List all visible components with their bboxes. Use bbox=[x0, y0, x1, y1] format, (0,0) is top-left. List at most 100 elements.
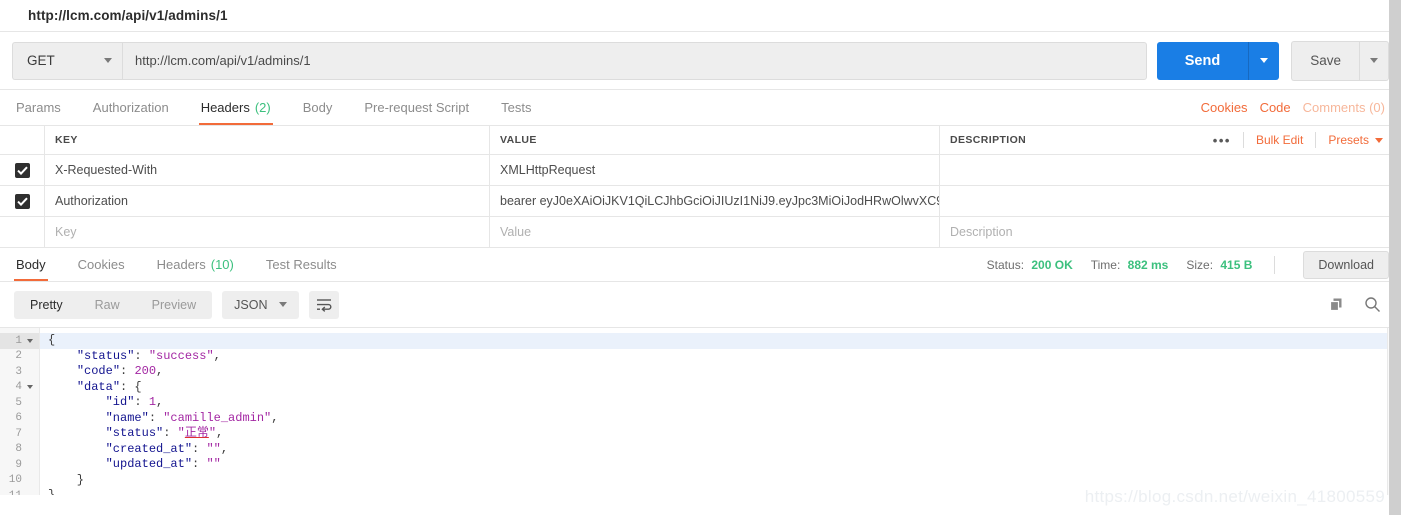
headers-table: KEY VALUE DESCRIPTION ••• Bulk Edit Pres… bbox=[0, 126, 1401, 248]
column-header-description-label: DESCRIPTION bbox=[950, 134, 1027, 146]
code-line: { bbox=[40, 333, 1401, 349]
header-value-input[interactable]: XMLHttpRequest bbox=[490, 155, 940, 185]
code-line: "data": { bbox=[40, 380, 1401, 396]
header-description-input[interactable] bbox=[940, 186, 1401, 216]
code-token: , bbox=[213, 348, 221, 363]
page-title: http://lcm.com/api/v1/admins/1 bbox=[28, 8, 228, 23]
tab-headers[interactable]: Headers (2) bbox=[185, 90, 287, 125]
row-checkbox[interactable] bbox=[14, 193, 30, 209]
tab-body[interactable]: Body bbox=[287, 90, 349, 125]
header-value-input[interactable]: bearer eyJ0eXAiOiJKV1QiLCJhbGciOiJIUzI1N… bbox=[490, 186, 940, 216]
response-language-select[interactable]: JSON bbox=[222, 290, 300, 319]
code-token: , bbox=[220, 441, 229, 456]
code-token: 200 bbox=[134, 364, 157, 378]
new-header-description-input[interactable]: Description bbox=[940, 217, 1401, 247]
code-token: " bbox=[208, 426, 217, 440]
word-wrap-button[interactable] bbox=[309, 290, 340, 319]
code-token: "code" bbox=[76, 364, 121, 378]
response-tab-cookies[interactable]: Cookies bbox=[62, 248, 141, 281]
tab-count-badge: (10) bbox=[210, 257, 234, 272]
code-token: "data" bbox=[76, 379, 121, 394]
copy-button[interactable] bbox=[1329, 297, 1346, 313]
save-button[interactable]: Save bbox=[1291, 40, 1359, 81]
code-token: , bbox=[271, 410, 279, 425]
presets-button[interactable]: Presets bbox=[1316, 133, 1395, 147]
response-body-actions bbox=[1329, 296, 1387, 313]
comments-link[interactable]: Comments (0) bbox=[1303, 100, 1385, 115]
code-token: : bbox=[148, 410, 164, 425]
code-token: "created_at" bbox=[105, 441, 193, 456]
time-badge: Time: 882 ms bbox=[1091, 258, 1169, 272]
window-right-edge bbox=[1389, 0, 1401, 515]
save-button-group: Save bbox=[1291, 40, 1389, 81]
column-header-key: KEY bbox=[45, 126, 490, 154]
code-line: } bbox=[40, 473, 1401, 489]
tab-count-badge: (2) bbox=[254, 100, 271, 115]
code-token: 正常 bbox=[184, 426, 209, 440]
line-number: 6 bbox=[15, 412, 22, 425]
cookies-link[interactable]: Cookies bbox=[1201, 100, 1248, 115]
header-key-input[interactable]: X-Requested-With bbox=[45, 155, 490, 185]
url-input[interactable]: http://lcm.com/api/v1/admins/1 bbox=[122, 41, 1147, 80]
status-badge: Status: 200 OK bbox=[987, 258, 1073, 272]
send-options-button[interactable] bbox=[1248, 41, 1280, 80]
response-tab-body[interactable]: Body bbox=[0, 248, 62, 281]
code-line: "name": "camille_admin", bbox=[40, 411, 1401, 427]
more-options-icon[interactable]: ••• bbox=[1201, 133, 1243, 148]
presets-label: Presets bbox=[1328, 133, 1369, 147]
fold-toggle-icon[interactable] bbox=[25, 338, 35, 343]
header-value-value: bearer eyJ0eXAiOiJKV1QiLCJhbGciOiJIUzI1N… bbox=[500, 194, 940, 208]
tab-label: Authorization bbox=[92, 100, 169, 115]
tab-pre-request-script[interactable]: Pre-request Script bbox=[348, 90, 485, 125]
response-tab-headers[interactable]: Headers (10) bbox=[141, 248, 250, 281]
json-code-content[interactable]: { "status": "success", "code": 200, "dat… bbox=[40, 328, 1401, 495]
time-label: Time: bbox=[1090, 257, 1121, 272]
code-token: : bbox=[192, 457, 207, 471]
tab-tests[interactable]: Tests bbox=[485, 90, 547, 125]
line-number: 4 bbox=[0, 380, 39, 396]
search-button[interactable] bbox=[1364, 296, 1381, 313]
fold-toggle-icon[interactable] bbox=[25, 385, 35, 390]
view-mode-raw[interactable]: Raw bbox=[79, 291, 136, 319]
download-button[interactable]: Download bbox=[1303, 250, 1389, 279]
tab-params[interactable]: Params bbox=[0, 90, 77, 125]
header-row-checkbox-cell bbox=[0, 217, 45, 247]
header-value-value: XMLHttpRequest bbox=[500, 163, 596, 177]
header-key-value: X-Requested-With bbox=[55, 163, 158, 177]
header-key-input[interactable]: Authorization bbox=[45, 186, 490, 216]
line-number: 2 bbox=[15, 350, 22, 363]
response-body-viewer[interactable]: 1234567891011 { "status": "success", "co… bbox=[0, 328, 1401, 495]
tab-label: Headers bbox=[156, 257, 206, 272]
bulk-edit-button[interactable]: Bulk Edit bbox=[1244, 133, 1315, 147]
row-checkbox[interactable] bbox=[14, 162, 30, 178]
response-tab-test-results[interactable]: Test Results bbox=[250, 248, 353, 281]
table-row: X-Requested-With XMLHttpRequest bbox=[0, 155, 1401, 186]
http-method-select[interactable]: GET bbox=[12, 41, 122, 80]
table-row-empty: Key Value Description bbox=[0, 217, 1401, 247]
view-mode-preview[interactable]: Preview bbox=[136, 291, 212, 319]
word-wrap-icon bbox=[317, 298, 332, 312]
save-options-button[interactable] bbox=[1359, 40, 1389, 81]
header-description-input[interactable] bbox=[940, 155, 1401, 185]
new-header-key-input[interactable]: Key bbox=[45, 217, 490, 247]
copy-icon bbox=[1329, 298, 1342, 311]
line-number: 5 bbox=[15, 396, 22, 409]
send-button[interactable]: Send bbox=[1156, 41, 1249, 80]
code-token: 1 bbox=[148, 395, 157, 409]
view-mode-pretty[interactable]: Pretty bbox=[14, 291, 79, 319]
size-value: 415 B bbox=[1220, 257, 1253, 272]
code-token: "id" bbox=[105, 395, 135, 409]
code-token: "success" bbox=[148, 348, 214, 363]
response-tabs: Body Cookies Headers (10) Test Results bbox=[0, 248, 353, 281]
new-header-description-placeholder: Description bbox=[950, 225, 1013, 239]
code-link[interactable]: Code bbox=[1260, 100, 1291, 115]
new-header-value-input[interactable]: Value bbox=[490, 217, 940, 247]
table-row: Authorization bearer eyJ0eXAiOiJKV1QiLCJ… bbox=[0, 186, 1401, 217]
tab-authorization[interactable]: Authorization bbox=[77, 90, 185, 125]
code-token: : { bbox=[120, 379, 142, 394]
